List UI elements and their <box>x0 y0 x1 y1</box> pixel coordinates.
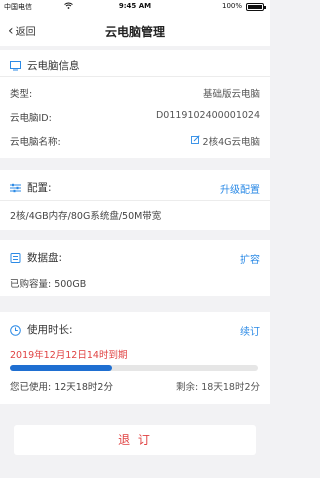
purchased-capacity: 已购容量: 500GB <box>10 279 87 290</box>
battery-icon <box>246 3 266 11</box>
info-header: 云电脑信息 <box>10 58 260 73</box>
usage-header: 使用时长: <box>10 322 260 337</box>
disk-header: 数据盘: <box>10 250 260 265</box>
info-header-label: 云电脑信息 <box>27 60 80 72</box>
config-detail: 2核/4GB内存/80G系统盘/50M带宽 <box>10 211 162 222</box>
upgrade-config-link[interactable]: 升级配置 <box>220 181 260 196</box>
id-value: D0119102400001024 <box>155 110 260 121</box>
renew-link[interactable]: 续订 <box>240 323 260 338</box>
disk-header-label: 数据盘: <box>27 252 63 264</box>
expiry-date: 2019年12月12日14时到期 <box>10 350 128 361</box>
usage-progress-bar <box>10 365 258 371</box>
disk-card: 数据盘: 扩容 已购容量: 500GB <box>0 240 270 296</box>
type-value: 基础版云电脑 <box>202 89 260 100</box>
battery-percentage: 100% <box>221 2 242 10</box>
clock-icon <box>10 324 21 336</box>
config-card: 配置: 升级配置 2核/4GB内存/80G系统盘/50M带宽 <box>0 170 270 230</box>
name-row: 云电脑名称: 2核4G云电脑 <box>10 134 260 148</box>
id-label: 云电脑ID: <box>10 113 52 124</box>
divider <box>0 76 270 77</box>
name-edit-button[interactable]: 2核4G云电脑 <box>190 134 260 148</box>
info-card: 云电脑信息 类型: 基础版云电脑 云电脑ID: D011910240000102… <box>0 50 270 158</box>
usage-header-label: 使用时长: <box>27 324 73 336</box>
page-title: 云电脑管理 <box>104 25 165 39</box>
usage-summary: 您已使用: 12天18时2分 剩余: 18天18时2分 <box>10 379 260 393</box>
nav-bar: ‹ 返回 云电脑管理 <box>0 14 270 46</box>
name-value: 2核4G云电脑 <box>202 137 260 148</box>
usage-card: 使用时长: 续订 2019年12月12日14时到期 您已使用: 12天18时2分… <box>0 312 270 404</box>
config-header-label: 配置: <box>27 182 52 194</box>
monitor-icon <box>10 60 21 71</box>
edit-icon <box>190 135 200 147</box>
expand-capacity-link[interactable]: 扩容 <box>240 251 260 266</box>
type-label: 类型: <box>10 89 33 100</box>
status-bar: 中国电信 9:45 AM 100% <box>0 0 270 14</box>
sliders-icon <box>10 183 21 193</box>
divider <box>0 200 270 201</box>
usage-progress-fill <box>10 365 112 371</box>
remaining-time: 剩余: 18天18时2分 <box>176 382 260 393</box>
unsubscribe-button[interactable]: 退 订 <box>14 425 256 455</box>
disk-icon <box>10 252 21 263</box>
type-row: 类型: 基础版云电脑 <box>10 86 260 100</box>
name-label: 云电脑名称: <box>10 137 61 148</box>
used-time: 您已使用: 12天18时2分 <box>10 382 113 393</box>
id-row: 云电脑ID: D0119102400001024 <box>10 110 260 124</box>
